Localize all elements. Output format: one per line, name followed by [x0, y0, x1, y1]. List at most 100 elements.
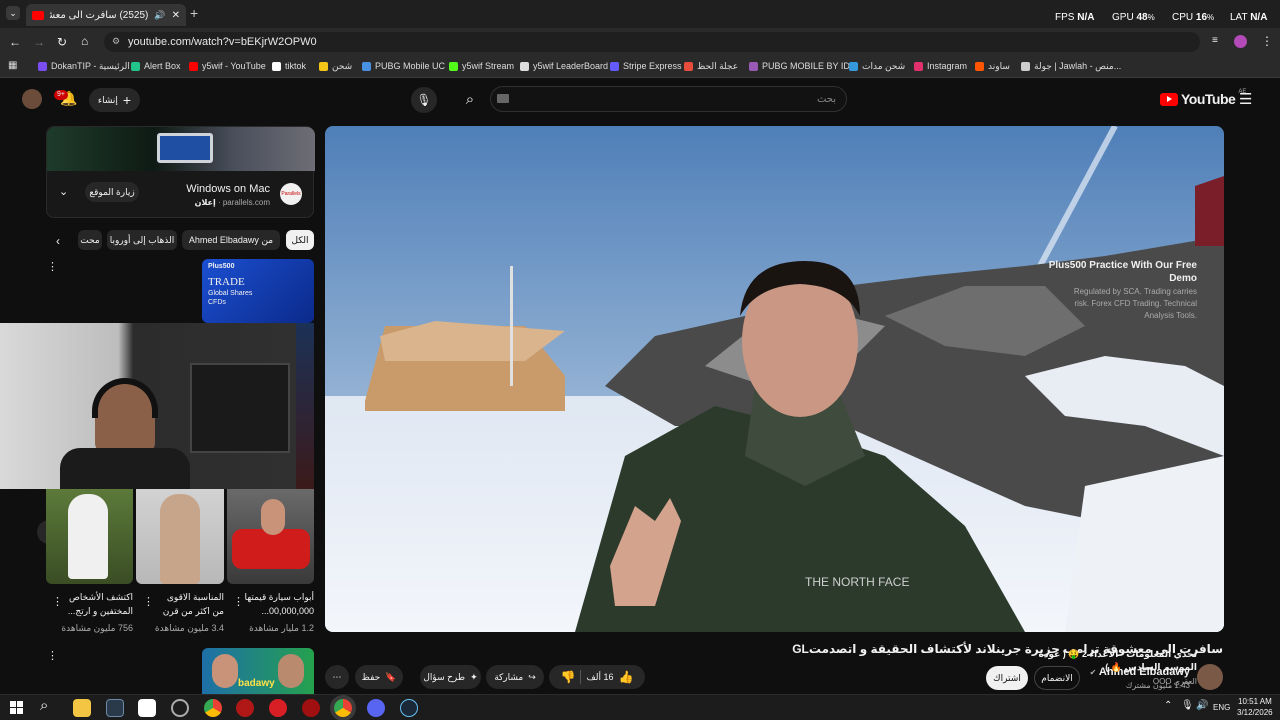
visit-site-button[interactable]: زيارة الموقع	[85, 182, 139, 202]
side-thumbnail-partial[interactable]	[296, 323, 314, 489]
app-icon-3[interactable]	[138, 699, 156, 717]
reading-list-icon[interactable]: ≡	[1212, 35, 1218, 46]
next-video-title-line1[interactable]: تحدي المعلومات - الأعداء 2 🤑 ( عودة	[1039, 649, 1197, 660]
next-video-title-line2[interactable]: الموسم السادس 🔥 )	[1105, 662, 1197, 673]
bookmark-item[interactable]: شحن	[319, 61, 352, 72]
bookmark-item[interactable]: PUBG Mobile UC	[362, 61, 445, 71]
chip-europe[interactable]: الذهاب إلى أوروبا	[107, 230, 177, 250]
short-title-line1[interactable]: المناسبة الاقوى	[167, 592, 224, 603]
chip-all[interactable]: الكل	[286, 230, 314, 250]
browser-menu-icon[interactable]: ⋮	[1261, 34, 1273, 48]
bookmark-item[interactable]: y5wif - YouTube	[189, 61, 266, 71]
bookmark-item[interactable]: Stripe Express	[610, 61, 682, 71]
youtube-logo[interactable]: YouTube AE	[1160, 89, 1246, 107]
keyboard-icon[interactable]	[497, 94, 509, 103]
account-avatar[interactable]	[22, 89, 42, 109]
short-menu-icon[interactable]: ⋮	[233, 595, 244, 608]
clock-date[interactable]: 3/12/2026	[1237, 708, 1273, 717]
share-button[interactable]: مشاركة ↪	[486, 665, 544, 689]
audio-icon[interactable]: 🔊	[154, 10, 165, 21]
join-button[interactable]: الانضمام	[1034, 666, 1080, 690]
bookmark-item[interactable]: شحن مدات	[849, 61, 905, 72]
bookmark-item[interactable]: PUBG MOBILE BY ID...	[749, 61, 857, 71]
chrome-icon[interactable]	[204, 699, 222, 717]
tab-list-icon[interactable]: ⌄	[6, 6, 20, 20]
address-bar[interactable]: ⚙ youtube.com/watch?v=bEKjrW2OPW0	[104, 32, 1200, 52]
discord-icon[interactable]	[367, 699, 385, 717]
mic-tray-icon[interactable]: 🎙	[1181, 700, 1194, 711]
language-indicator[interactable]: ENG	[1213, 703, 1230, 712]
profile-avatar[interactable]	[1234, 35, 1247, 48]
app-icon-8[interactable]	[302, 699, 320, 717]
close-tab-icon[interactable]: ✕	[172, 10, 180, 21]
dislike-icon[interactable]: 👎	[561, 670, 576, 684]
cpu-readout: CPU 16%	[1172, 12, 1214, 23]
bookmark-item[interactable]: y5wif LeaderBoard	[520, 61, 608, 71]
like-icon[interactable]: 👍	[619, 670, 634, 684]
app-icon-2[interactable]	[106, 699, 124, 717]
promo-thumbnail[interactable]: Plus500 TRADE Global Shares CFDs	[202, 259, 314, 323]
short-title-line2[interactable]: 00,000,000...	[261, 606, 314, 616]
promo-menu-icon[interactable]: ⋮	[47, 260, 58, 273]
save-button[interactable]: حفظ 🔖	[355, 665, 403, 689]
app-icon-7[interactable]	[269, 699, 287, 717]
forward-icon[interactable]: →	[33, 35, 45, 49]
bookmark-favicon-icon	[319, 62, 328, 71]
reload-icon[interactable]: ↻	[57, 35, 67, 49]
short-thumbnail-3[interactable]	[227, 489, 314, 584]
home-icon[interactable]: ⌂	[81, 34, 88, 48]
short-title-line1[interactable]: اكتشف الأشخاص	[69, 592, 133, 603]
browser-tab-youtube[interactable]: (2525) سافرت الى معشوقة ... 🔊 ✕	[26, 4, 186, 26]
start-icon[interactable]	[10, 701, 23, 714]
app-icon-4[interactable]	[171, 699, 189, 717]
create-button[interactable]: إنشاء +	[89, 88, 140, 112]
site-info-icon[interactable]: ⚙	[112, 36, 120, 47]
short-thumbnail-1[interactable]	[46, 489, 133, 584]
promo-thumb-brand: Plus500	[208, 263, 235, 270]
bookmark-item[interactable]: ساوند	[975, 61, 1010, 72]
next-video-menu-icon[interactable]: ⋮	[47, 649, 58, 662]
bookmark-item[interactable]: Alert Box	[131, 61, 181, 71]
bookmark-item[interactable]: y5wif Stream	[449, 61, 514, 71]
bookmark-item[interactable]: جولة | Jawlah - منص...	[1021, 61, 1121, 72]
voice-search-button[interactable]: 🎙	[411, 87, 437, 113]
short-title-line1[interactable]: أبواب سيارة قيمتها	[244, 592, 314, 603]
chips-prev-icon[interactable]: ‹	[56, 234, 60, 248]
short-title-line2[interactable]: المختفين و ارتج...	[68, 606, 133, 617]
apps-grid-icon[interactable]: ▦	[8, 60, 17, 71]
like-count[interactable]: 16 ألف	[586, 672, 613, 683]
search-button[interactable]: ⌕	[455, 87, 485, 113]
tray-chevron-icon[interactable]: ⌃	[1164, 700, 1172, 711]
bookmark-item[interactable]: Instagram	[914, 61, 967, 71]
app-icon-6[interactable]	[236, 699, 254, 717]
bookmark-item[interactable]: عجلة الحظ	[684, 61, 738, 72]
volume-tray-icon[interactable]: 🔊	[1196, 700, 1208, 711]
ad-expand-icon[interactable]: ⌄	[59, 185, 68, 198]
chip-from-channel-label: من Ahmed Elbadawy	[188, 234, 274, 245]
new-tab-icon[interactable]: +	[190, 5, 198, 21]
promo-title-line2[interactable]: Demo	[1169, 273, 1197, 284]
promo-title-line1[interactable]: Plus500 Practice With Our Free	[1049, 260, 1197, 271]
clock-time[interactable]: 10:51 AM	[1238, 697, 1272, 706]
short-title-line2[interactable]: من اكثر من قرن	[163, 606, 224, 617]
more-actions-button[interactable]: ⋯	[325, 665, 349, 689]
channel-avatar[interactable]	[1197, 664, 1223, 690]
next-video-thumbnail[interactable]: badawy	[202, 648, 314, 694]
short-menu-icon[interactable]: ⋮	[143, 595, 154, 608]
video-player[interactable]: THE NORTH FACE	[325, 126, 1224, 632]
chip-partial[interactable]: محت	[78, 230, 102, 250]
search-taskbar-icon[interactable]: ⌕	[40, 697, 48, 714]
chip-from-channel[interactable]: من Ahmed Elbadawy	[182, 230, 280, 250]
bookmark-item[interactable]: tiktok	[272, 61, 306, 71]
subscribe-button[interactable]: اشتراك	[986, 666, 1028, 690]
short-thumbnail-2[interactable]	[136, 489, 224, 584]
bookmark-item[interactable]: DokanTIP - الرئيسية	[38, 61, 130, 72]
chrome-active-icon[interactable]	[334, 699, 352, 717]
file-explorer-icon[interactable]	[73, 699, 91, 717]
short-menu-icon[interactable]: ⋮	[52, 595, 63, 608]
ad-card[interactable]: Parallels Windows on Mac إعلان · paralle…	[46, 126, 315, 218]
back-icon[interactable]: ←	[9, 35, 21, 49]
ask-button[interactable]: طرح سؤال ✦	[420, 665, 481, 689]
search-input[interactable]: بحث	[490, 86, 847, 112]
steam-icon[interactable]	[400, 699, 418, 717]
